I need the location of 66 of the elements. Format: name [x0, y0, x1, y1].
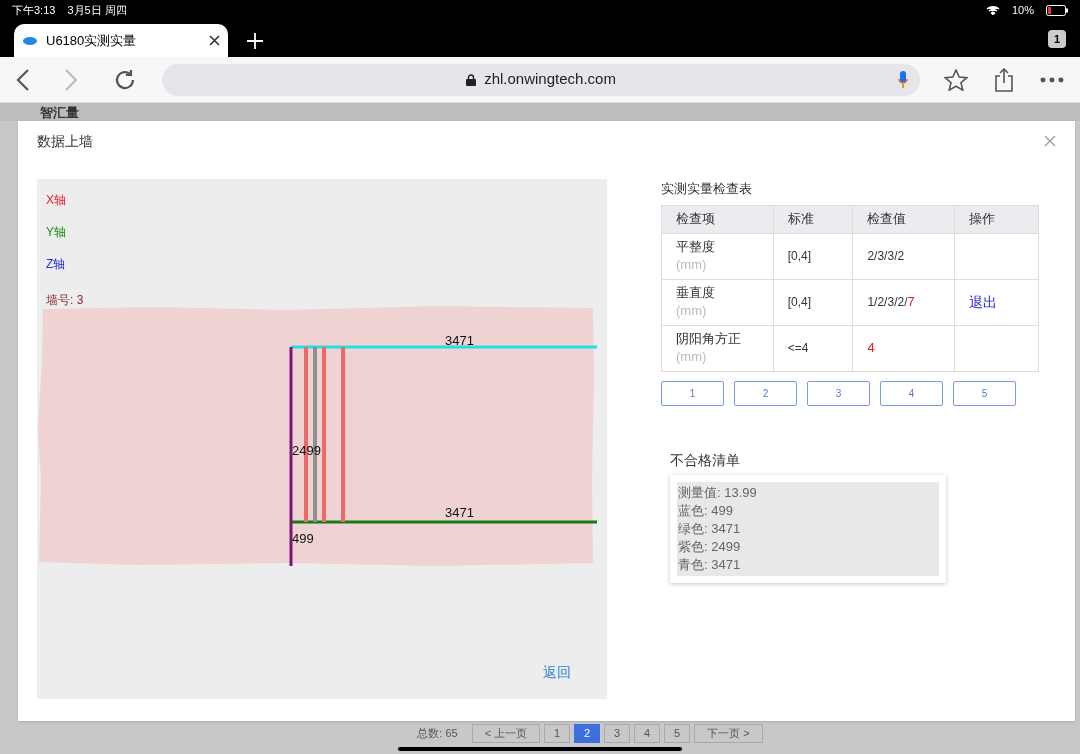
fail-list-line: 紫色: 2499	[678, 537, 742, 556]
dimension-label: 3471	[445, 333, 474, 348]
browser-tab[interactable]: U6180实测实量	[14, 24, 228, 57]
wifi-icon	[985, 5, 1000, 15]
table-cell: 2/3/3/2	[867, 249, 905, 264]
dialog-title: 数据上墙	[37, 131, 93, 151]
brand-title: 智汇量	[40, 104, 79, 120]
axis-legend-label: Z轴	[46, 256, 66, 273]
table-cell-text: 阴阳角方正	[676, 330, 742, 348]
back-link[interactable]: 返回	[543, 662, 571, 683]
unit-label: (mm)	[676, 302, 708, 320]
axis-legend-label: Y轴	[46, 224, 66, 241]
table-cell-text: 平整度	[676, 238, 716, 256]
column-header: 标准	[773, 205, 853, 233]
more-icon[interactable]	[1040, 76, 1064, 83]
site-icon	[22, 35, 38, 46]
prev-page-button[interactable]: < 上一页	[471, 723, 541, 743]
table-cell: [0,4]	[787, 249, 811, 264]
status-time: 下午3:13	[12, 2, 56, 18]
fail-list-line: 青色: 3471	[678, 555, 742, 574]
exit-link[interactable]: 退出	[969, 293, 998, 310]
number-button[interactable]: 1	[661, 380, 724, 406]
dimension-label: 499	[292, 531, 314, 546]
close-icon[interactable]	[209, 35, 220, 46]
column-header: 检查值	[852, 205, 955, 233]
axis-legend-label: X轴	[46, 192, 66, 209]
battery-icon	[1046, 4, 1068, 16]
number-button[interactable]: 2	[734, 380, 797, 406]
dimension-label: 3471	[445, 505, 474, 520]
dimension-label: 2499	[292, 443, 321, 458]
share-icon[interactable]	[994, 67, 1015, 92]
page-button[interactable]: 3	[604, 723, 631, 743]
page-button[interactable]: 5	[664, 723, 691, 743]
reload-icon[interactable]	[113, 68, 136, 91]
column-header: 检查项	[661, 205, 774, 233]
number-button[interactable]: 4	[880, 380, 943, 406]
star-icon[interactable]	[944, 68, 969, 91]
table-cell: <=4	[787, 341, 809, 356]
microphone-icon[interactable]	[898, 70, 909, 89]
lock-icon	[466, 73, 477, 86]
new-tab-icon[interactable]	[246, 32, 264, 50]
column-header: 操作	[954, 205, 1039, 233]
section-title: 不合格清单	[670, 450, 741, 470]
table-cell: 1/2/3/2/7	[867, 295, 915, 310]
number-button[interactable]: 3	[807, 380, 870, 406]
fail-list-line: 测量值: 13.99	[678, 483, 758, 502]
table-cell-text: 垂直度	[676, 284, 716, 302]
address-bar[interactable]: zhl.onwingtech.com	[161, 63, 921, 96]
wall-number: 墙号: 3	[46, 292, 84, 309]
fail-list-line: 蓝色: 499	[678, 501, 734, 520]
next-page-button[interactable]: 下一页 >	[694, 723, 763, 743]
page-button[interactable]: 4	[634, 723, 661, 743]
unit-label: (mm)	[676, 348, 708, 366]
total-count: 总数: 65	[417, 726, 458, 740]
status-date: 3月5日 周四	[67, 2, 127, 18]
fail-list-line: 绿色: 3471	[678, 519, 742, 538]
table-cell: 4	[867, 341, 875, 356]
number-button[interactable]: 5	[953, 380, 1016, 406]
tab-count[interactable]: 1	[1048, 30, 1066, 48]
battery-level: 10%	[1011, 2, 1034, 18]
unit-label: (mm)	[676, 256, 708, 274]
back-icon[interactable]	[16, 68, 30, 91]
table-title: 实测实量检查表	[661, 180, 753, 198]
table-cell: [0,4]	[787, 295, 811, 310]
page-button[interactable]: 1	[544, 723, 571, 743]
page-button[interactable]: 2	[574, 723, 601, 743]
